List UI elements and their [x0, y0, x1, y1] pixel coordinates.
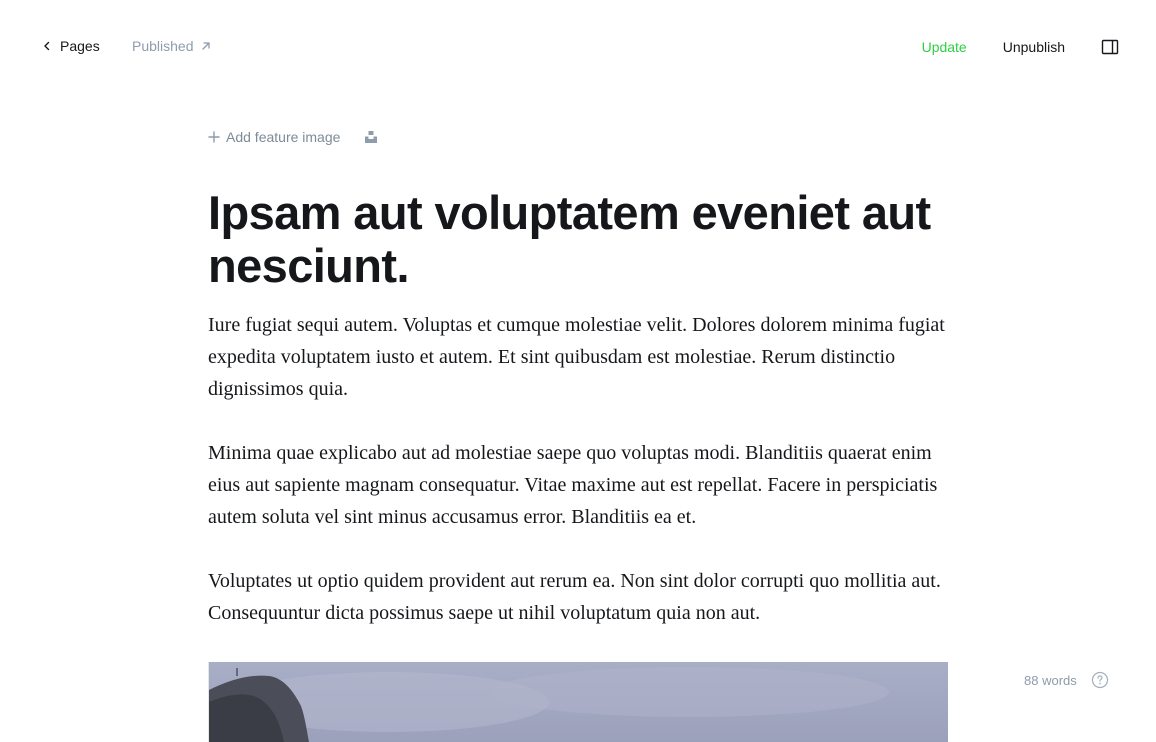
word-count: 88 words: [1024, 672, 1077, 688]
add-feature-image-button[interactable]: Add feature image: [208, 129, 340, 145]
landscape-image: [209, 662, 948, 742]
external-arrow-icon: [200, 40, 212, 52]
feature-image-controls: Add feature image: [208, 129, 378, 145]
post-body[interactable]: Iure fugiat sequi autem. Voluptas et cum…: [208, 309, 948, 661]
unpublish-button[interactable]: Unpublish: [1003, 39, 1065, 55]
status-label: Published: [132, 38, 194, 54]
editor-header: Pages Published Update Unpublish: [0, 0, 1156, 94]
update-button[interactable]: Update: [922, 39, 967, 55]
image-card[interactable]: [208, 662, 948, 742]
word-count-bar: 88 words: [1024, 671, 1109, 689]
back-link-label: Pages: [60, 38, 100, 54]
back-to-pages-link[interactable]: Pages: [42, 38, 100, 54]
chevron-left-icon: [42, 41, 52, 51]
body-paragraph[interactable]: Iure fugiat sequi autem. Voluptas et cum…: [208, 309, 948, 405]
unsplash-icon[interactable]: [364, 130, 378, 144]
question-circle-icon[interactable]: [1091, 671, 1109, 689]
publish-status-link[interactable]: Published: [132, 38, 212, 54]
plus-icon: [208, 131, 220, 143]
post-title[interactable]: Ipsam aut voluptatem eveniet aut nesciun…: [208, 186, 948, 292]
body-paragraph[interactable]: Minima quae explicabo aut ad molestiae s…: [208, 437, 948, 533]
body-paragraph[interactable]: Voluptates ut optio quidem provident aut…: [208, 565, 948, 629]
add-feature-image-label: Add feature image: [226, 129, 341, 145]
sidebar-toggle-icon[interactable]: [1101, 38, 1119, 56]
